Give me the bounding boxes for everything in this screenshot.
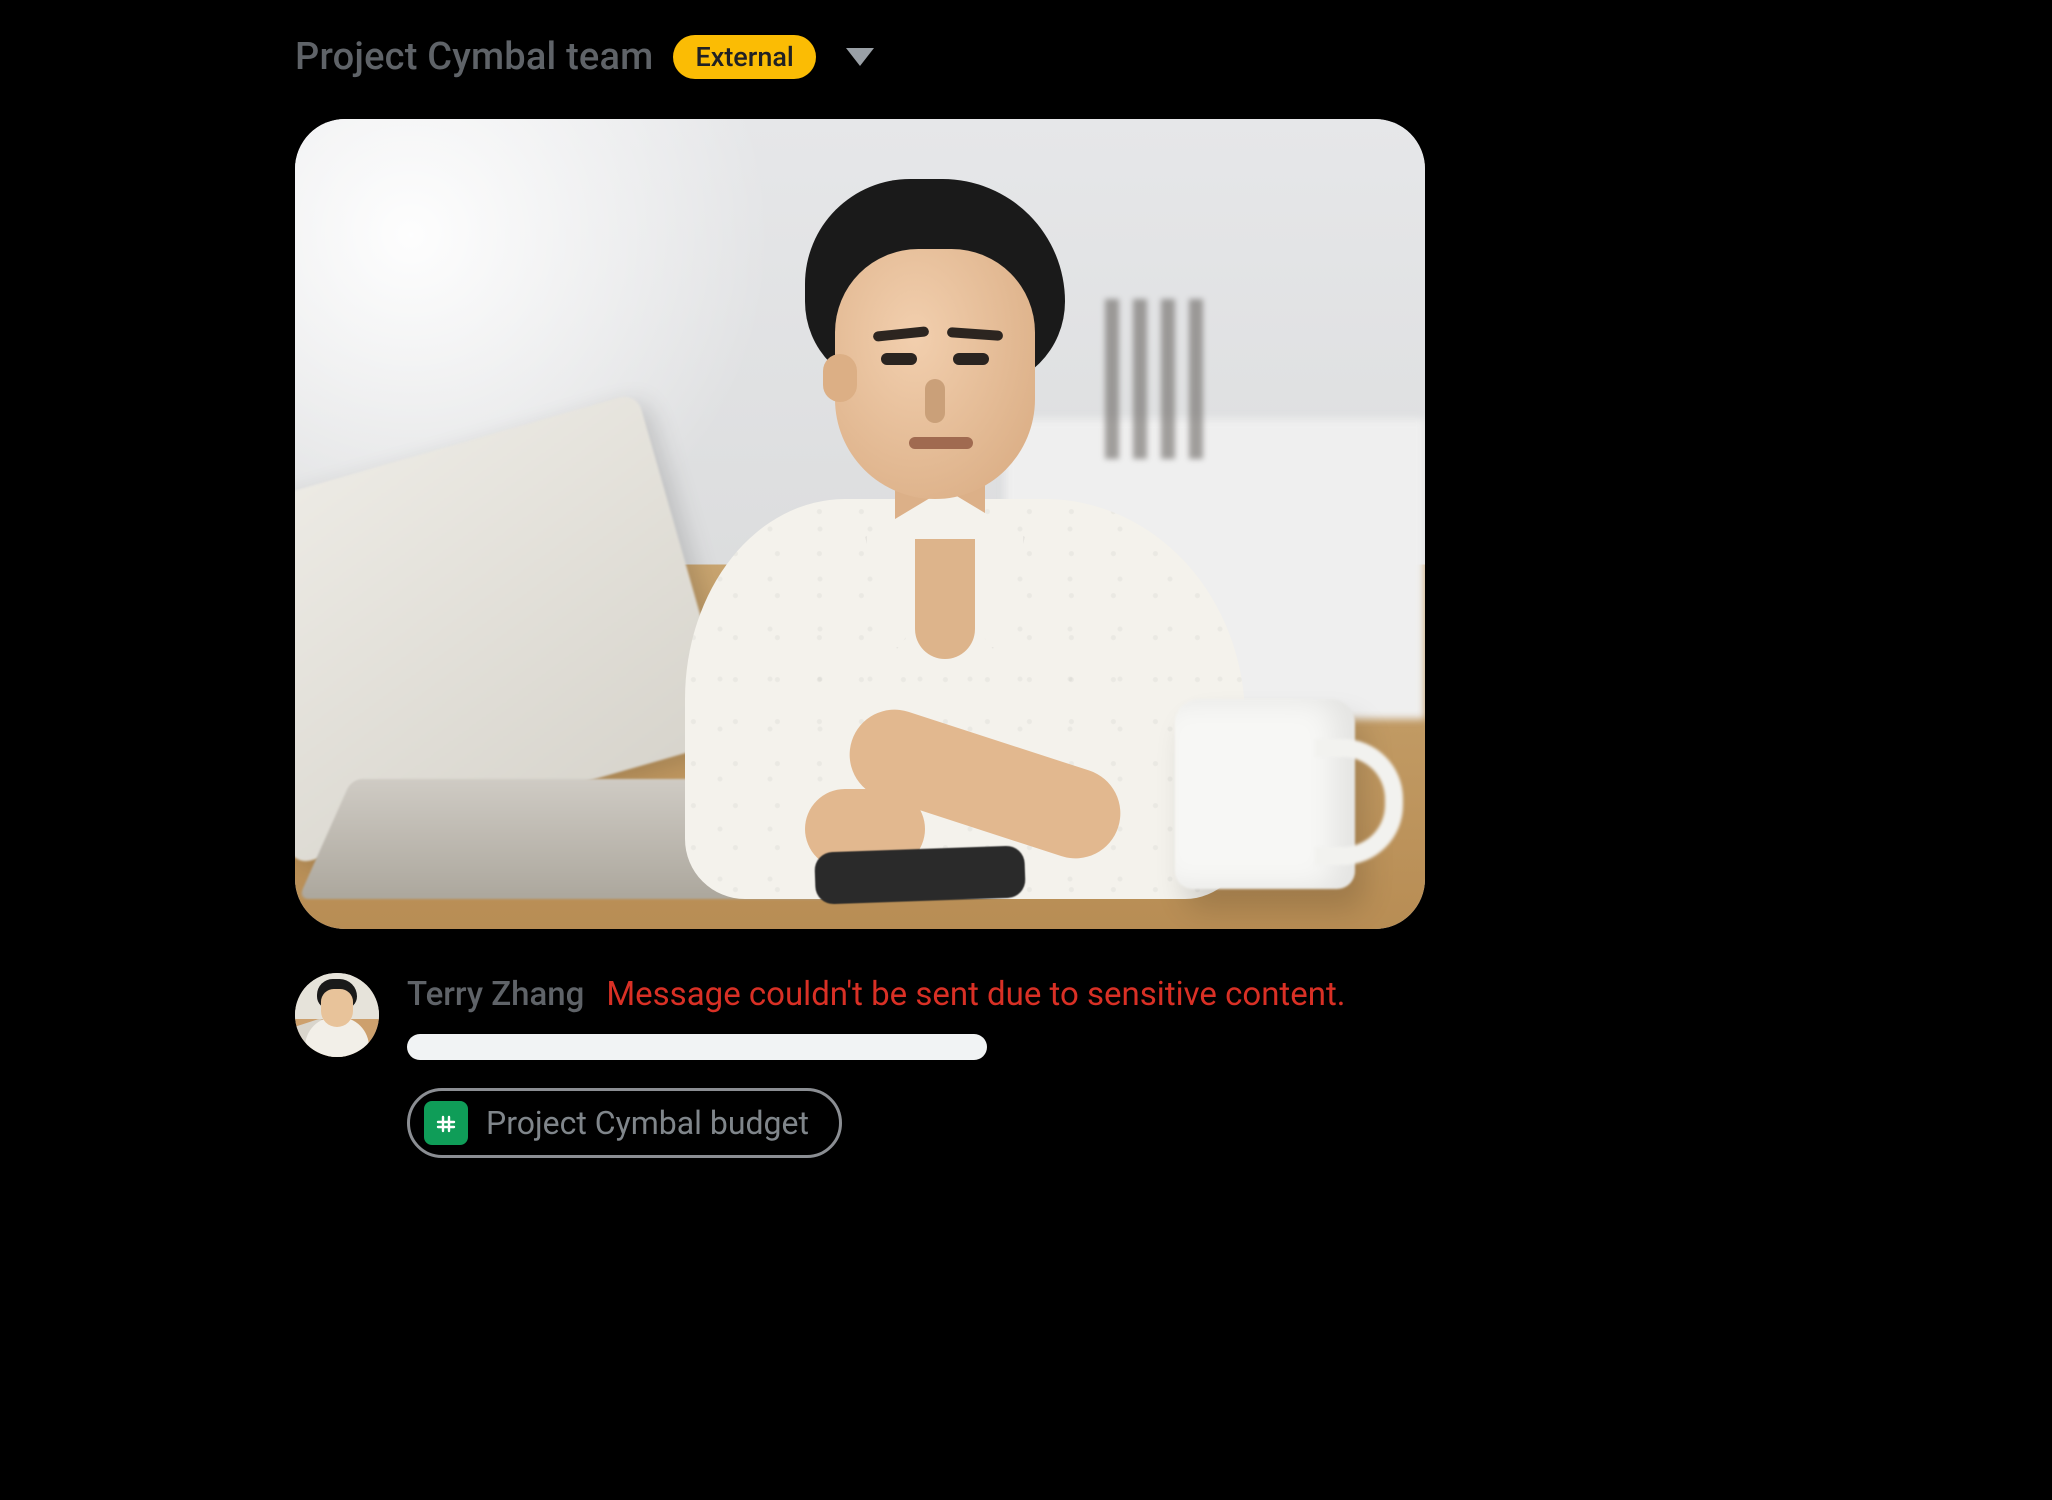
chevron-down-icon[interactable] [846,48,874,66]
sender-name: Terry Zhang [407,975,584,1014]
dlp-error-text: Message couldn't be sent due to sensitiv… [606,975,1345,1014]
google-sheets-icon [424,1101,468,1145]
sender-avatar[interactable] [295,973,379,1057]
redacted-message-placeholder [407,1034,987,1060]
space-header: Project Cymbal team External [295,35,1495,79]
hero-photo [295,119,1425,929]
attachment-chip[interactable]: Project Cymbal budget [407,1088,842,1158]
space-title[interactable]: Project Cymbal team [295,35,653,79]
attachment-filename: Project Cymbal budget [486,1104,809,1142]
message-row: Terry Zhang Message couldn't be sent due… [295,973,1495,1158]
external-badge: External [673,35,815,79]
